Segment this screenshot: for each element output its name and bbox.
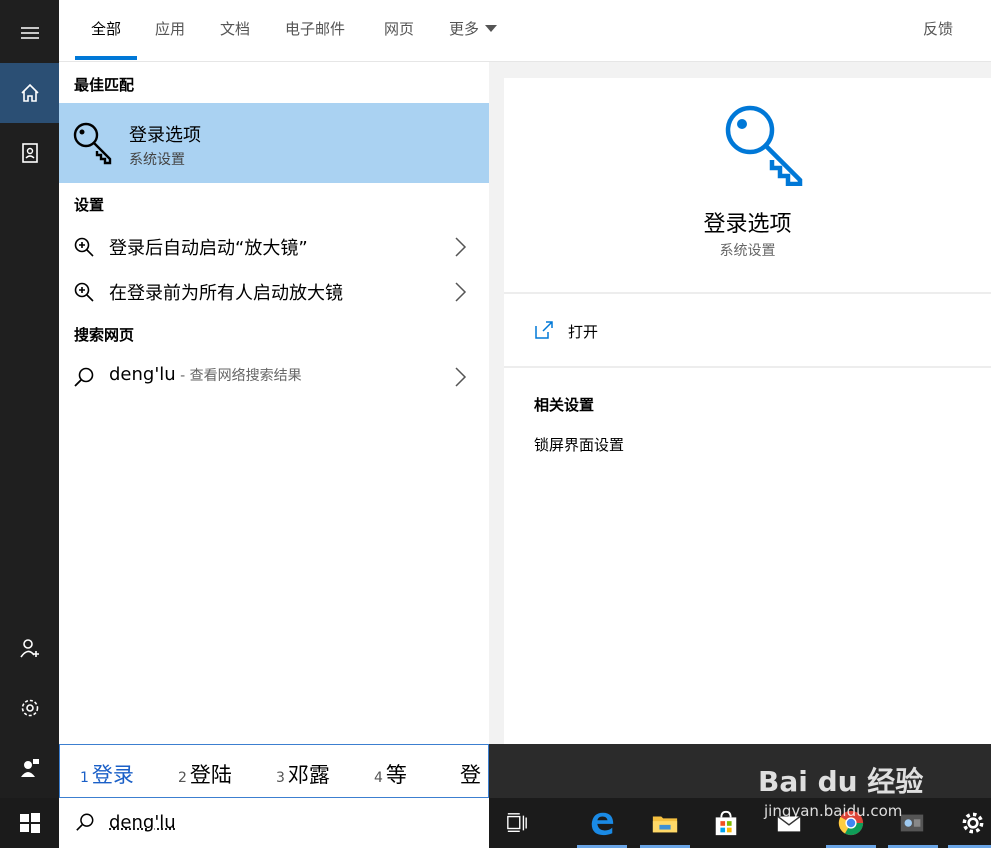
edge-icon bbox=[591, 812, 614, 836]
candidate-text: 登 bbox=[460, 763, 481, 787]
best-match-title: 登录选项 bbox=[129, 125, 201, 146]
gear-icon bbox=[21, 699, 38, 717]
taskbar-search-box[interactable]: deng'lu bbox=[59, 798, 489, 848]
chevron-right-icon bbox=[455, 367, 467, 387]
settings-item-label: 在登录前为所有人启动放大镜 bbox=[109, 283, 343, 304]
web-search-label: deng'lu - 查看网络搜索结果 bbox=[109, 364, 302, 385]
taskbar-settings[interactable] bbox=[956, 806, 990, 840]
watermark-url: jingyan.baidu.com bbox=[764, 802, 903, 820]
ime-candidate[interactable]: 3 邓露 bbox=[276, 759, 330, 789]
candidate-text: 邓露 bbox=[287, 763, 330, 787]
chevron-right-icon bbox=[455, 282, 467, 302]
related-setting-lockscreen[interactable]: 锁屏界面设置 bbox=[534, 434, 624, 455]
gear-icon bbox=[962, 812, 984, 834]
feedback-button[interactable] bbox=[0, 738, 59, 798]
ime-candidate[interactable]: 4等 bbox=[374, 759, 407, 789]
watermark-brand: Bai du 经验 bbox=[758, 765, 924, 798]
ime-candidate[interactable]: 2 登陆 bbox=[178, 759, 232, 789]
divider bbox=[504, 292, 991, 294]
web-search-suffix: - 查看网络搜索结果 bbox=[175, 368, 302, 384]
notebook-icon bbox=[21, 143, 38, 163]
candidate-number: 4 bbox=[374, 770, 383, 786]
tab-email[interactable]: 电子邮件 bbox=[285, 18, 345, 39]
tab-more-label: 更多 bbox=[449, 20, 480, 38]
search-input[interactable]: deng'lu bbox=[109, 812, 176, 833]
menu-button[interactable] bbox=[0, 3, 59, 63]
results-pane: 最佳匹配 登录选项 系统设置 设置 登录后自动启动“放大镜” 在登录前为所有人启… bbox=[59, 62, 489, 744]
filter-tabs: 全部 应用 文档 电子邮件 网页 更多 反馈 bbox=[59, 0, 991, 62]
home-button[interactable] bbox=[0, 63, 59, 123]
folder-icon bbox=[652, 816, 678, 833]
candidate-text: 等 bbox=[385, 763, 407, 787]
settings-item-label: 登录后自动启动“放大镜” bbox=[109, 238, 308, 259]
taskbar-file-explorer[interactable] bbox=[648, 806, 682, 840]
tab-more[interactable]: 更多 bbox=[449, 18, 498, 39]
key-icon bbox=[725, 105, 803, 186]
web-search-query: deng'lu bbox=[109, 364, 176, 385]
hamburger-icon bbox=[20, 27, 39, 39]
candidate-number: 3 bbox=[276, 770, 285, 786]
settings-header: 设置 bbox=[74, 196, 105, 214]
best-match-item[interactable]: 登录选项 系统设置 bbox=[59, 103, 489, 183]
ime-candidate[interactable]: 1 登录 bbox=[80, 759, 134, 789]
tab-active-indicator bbox=[75, 56, 137, 60]
search-icon bbox=[76, 813, 94, 831]
divider bbox=[504, 366, 991, 368]
task-view-button[interactable] bbox=[500, 806, 534, 840]
magnifier-icon bbox=[74, 237, 94, 257]
feedback-link[interactable]: 反馈 bbox=[923, 18, 953, 39]
tab-all[interactable]: 全部 bbox=[91, 18, 121, 39]
candidate-text: 登陆 bbox=[189, 763, 232, 787]
account-button[interactable] bbox=[0, 618, 59, 678]
candidate-number: 1 bbox=[80, 770, 89, 786]
best-match-header: 最佳匹配 bbox=[74, 76, 135, 94]
feedback-person-icon bbox=[20, 759, 39, 777]
start-button[interactable] bbox=[0, 798, 59, 848]
web-search-item[interactable]: deng'lu - 查看网络搜索结果 bbox=[59, 354, 489, 398]
home-icon bbox=[20, 83, 39, 102]
key-icon bbox=[73, 122, 112, 165]
chevron-down-icon bbox=[485, 25, 498, 32]
search-icon bbox=[74, 367, 94, 387]
detail-pane: 登录选项 系统设置 打开 相关设置 锁屏界面设置 bbox=[504, 78, 991, 744]
store-icon bbox=[715, 810, 737, 836]
candidate-number: 2 bbox=[178, 770, 187, 786]
add-account-icon bbox=[19, 639, 39, 658]
settings-item-magnifier-after-login[interactable]: 登录后自动启动“放大镜” bbox=[59, 224, 489, 268]
settings-item-magnifier-before-login[interactable]: 在登录前为所有人启动放大镜 bbox=[59, 269, 489, 313]
taskbar-edge[interactable] bbox=[585, 806, 619, 840]
tab-apps[interactable]: 应用 bbox=[155, 18, 185, 39]
best-match-subtitle: 系统设置 bbox=[129, 152, 185, 168]
settings-button[interactable] bbox=[0, 678, 59, 738]
task-view-icon bbox=[507, 813, 527, 832]
related-settings-header: 相关设置 bbox=[534, 396, 595, 414]
left-rail bbox=[0, 0, 59, 798]
detail-title: 登录选项 bbox=[703, 212, 792, 237]
tab-web[interactable]: 网页 bbox=[384, 18, 414, 39]
ime-candidate[interactable]: 登 bbox=[460, 759, 481, 789]
chevron-right-icon bbox=[455, 237, 467, 257]
taskbar-store[interactable] bbox=[709, 806, 743, 840]
open-label: 打开 bbox=[568, 323, 599, 341]
web-search-header: 搜索网页 bbox=[74, 326, 135, 344]
magnifier-icon bbox=[74, 282, 94, 302]
tab-documents[interactable]: 文档 bbox=[220, 18, 250, 39]
notebook-button[interactable] bbox=[0, 123, 59, 183]
detail-subtitle: 系统设置 bbox=[719, 243, 776, 259]
open-external-icon bbox=[535, 321, 553, 339]
baidu-watermark: Bai du 经验 jingyan.baidu.com bbox=[758, 742, 958, 828]
ime-candidate-bar: 1 登录 2 登陆 3 邓露 4等 登 bbox=[59, 744, 489, 798]
candidate-text: 登录 bbox=[91, 763, 134, 787]
windows-icon bbox=[19, 813, 40, 833]
